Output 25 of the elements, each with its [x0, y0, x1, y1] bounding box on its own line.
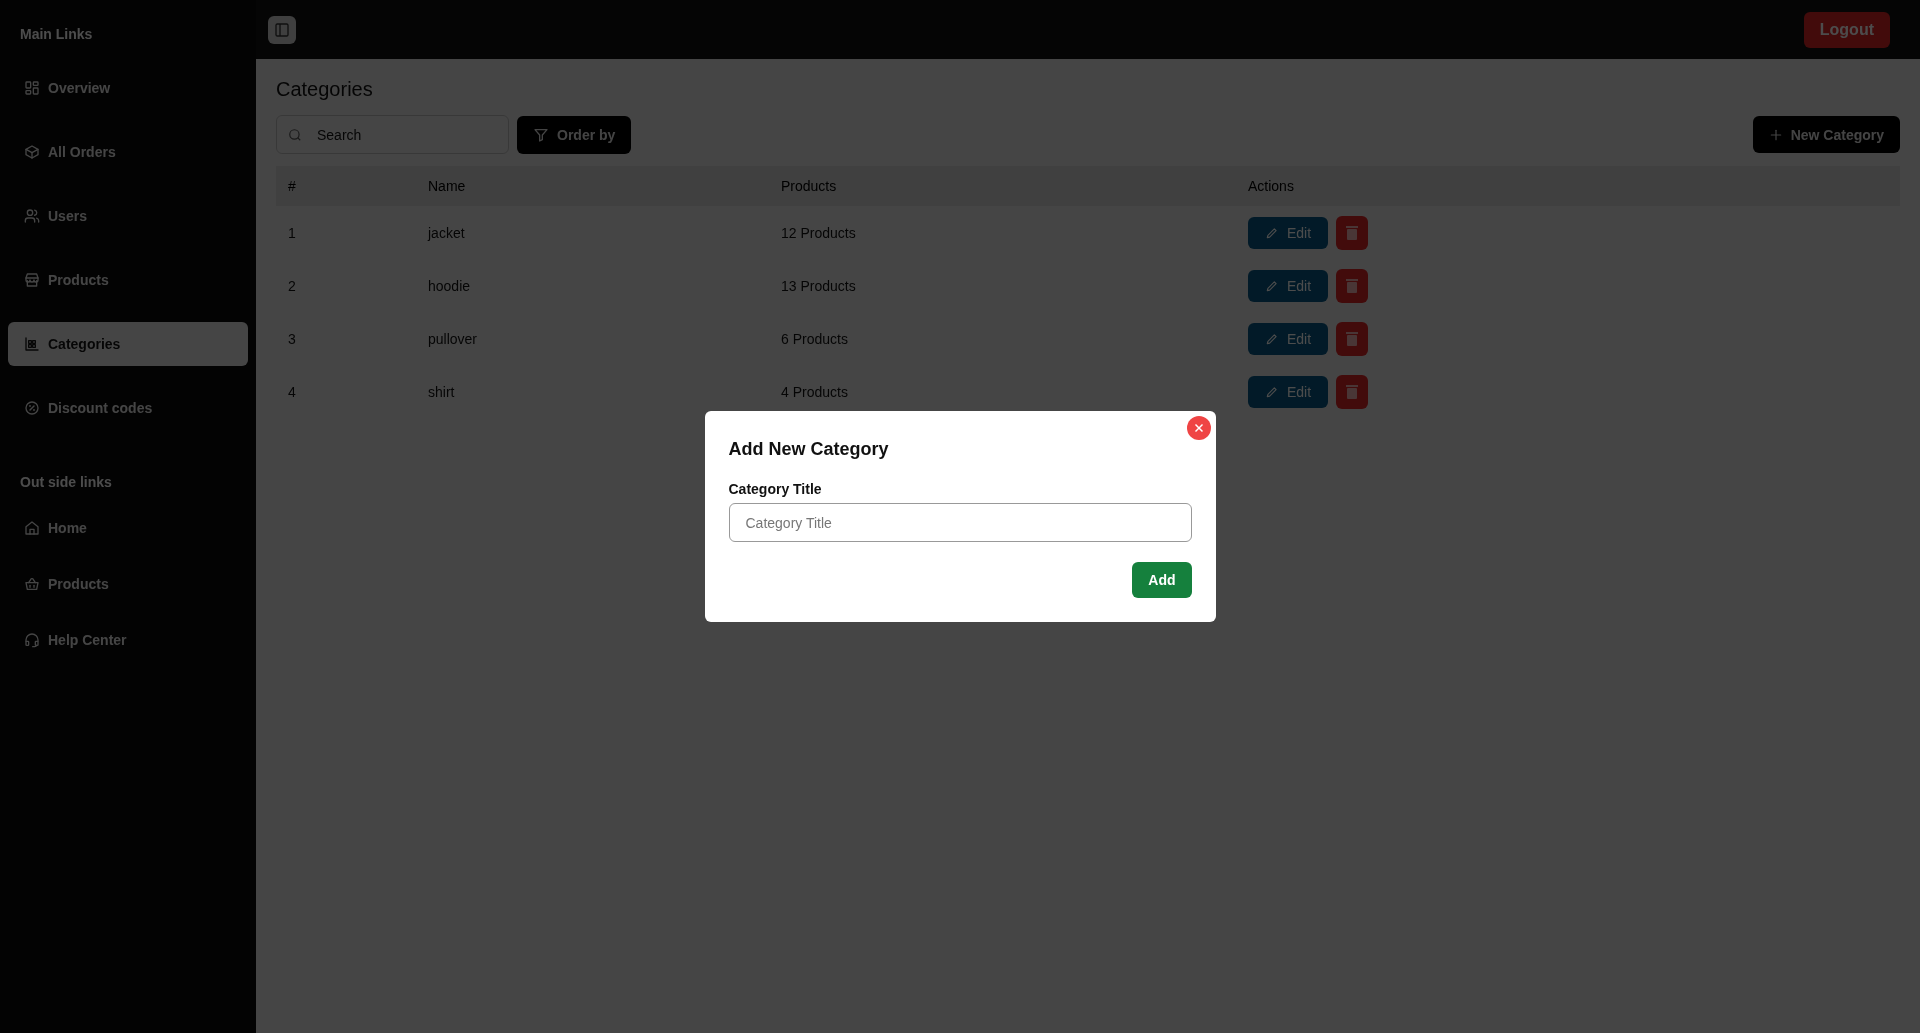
close-button[interactable]	[1186, 416, 1211, 440]
table-cell: 6 Products	[781, 330, 848, 347]
table-cell: 4	[288, 383, 296, 400]
table-cell: hoodie	[428, 277, 471, 294]
table-cell: jacket	[428, 224, 465, 241]
category-title-input[interactable]: Category Title	[728, 503, 1192, 542]
table-cell: pullover	[428, 330, 478, 347]
column-header: Name	[428, 178, 466, 194]
section-heading: Main Links	[20, 25, 93, 44]
table-cell: 12 Products	[781, 224, 856, 241]
column-header: Actions	[1248, 178, 1294, 194]
field-label: Category Title	[728, 480, 823, 499]
section-heading: Out side links	[20, 473, 112, 492]
table-cell: 1	[288, 224, 296, 241]
close-icon	[1192, 422, 1205, 434]
table-cell: 4 Products	[781, 383, 848, 400]
modal-title: Add New Category	[728, 438, 890, 461]
page-title: Categories	[276, 77, 374, 102]
table-cell: 2	[288, 277, 296, 294]
table-cell: 3	[288, 330, 296, 347]
add-button[interactable]: Add	[1132, 562, 1192, 598]
column-header: Products	[781, 178, 837, 194]
table-cell: 13 Products	[781, 277, 856, 294]
table-cell: shirt	[428, 383, 455, 400]
column-header: #	[288, 178, 296, 194]
